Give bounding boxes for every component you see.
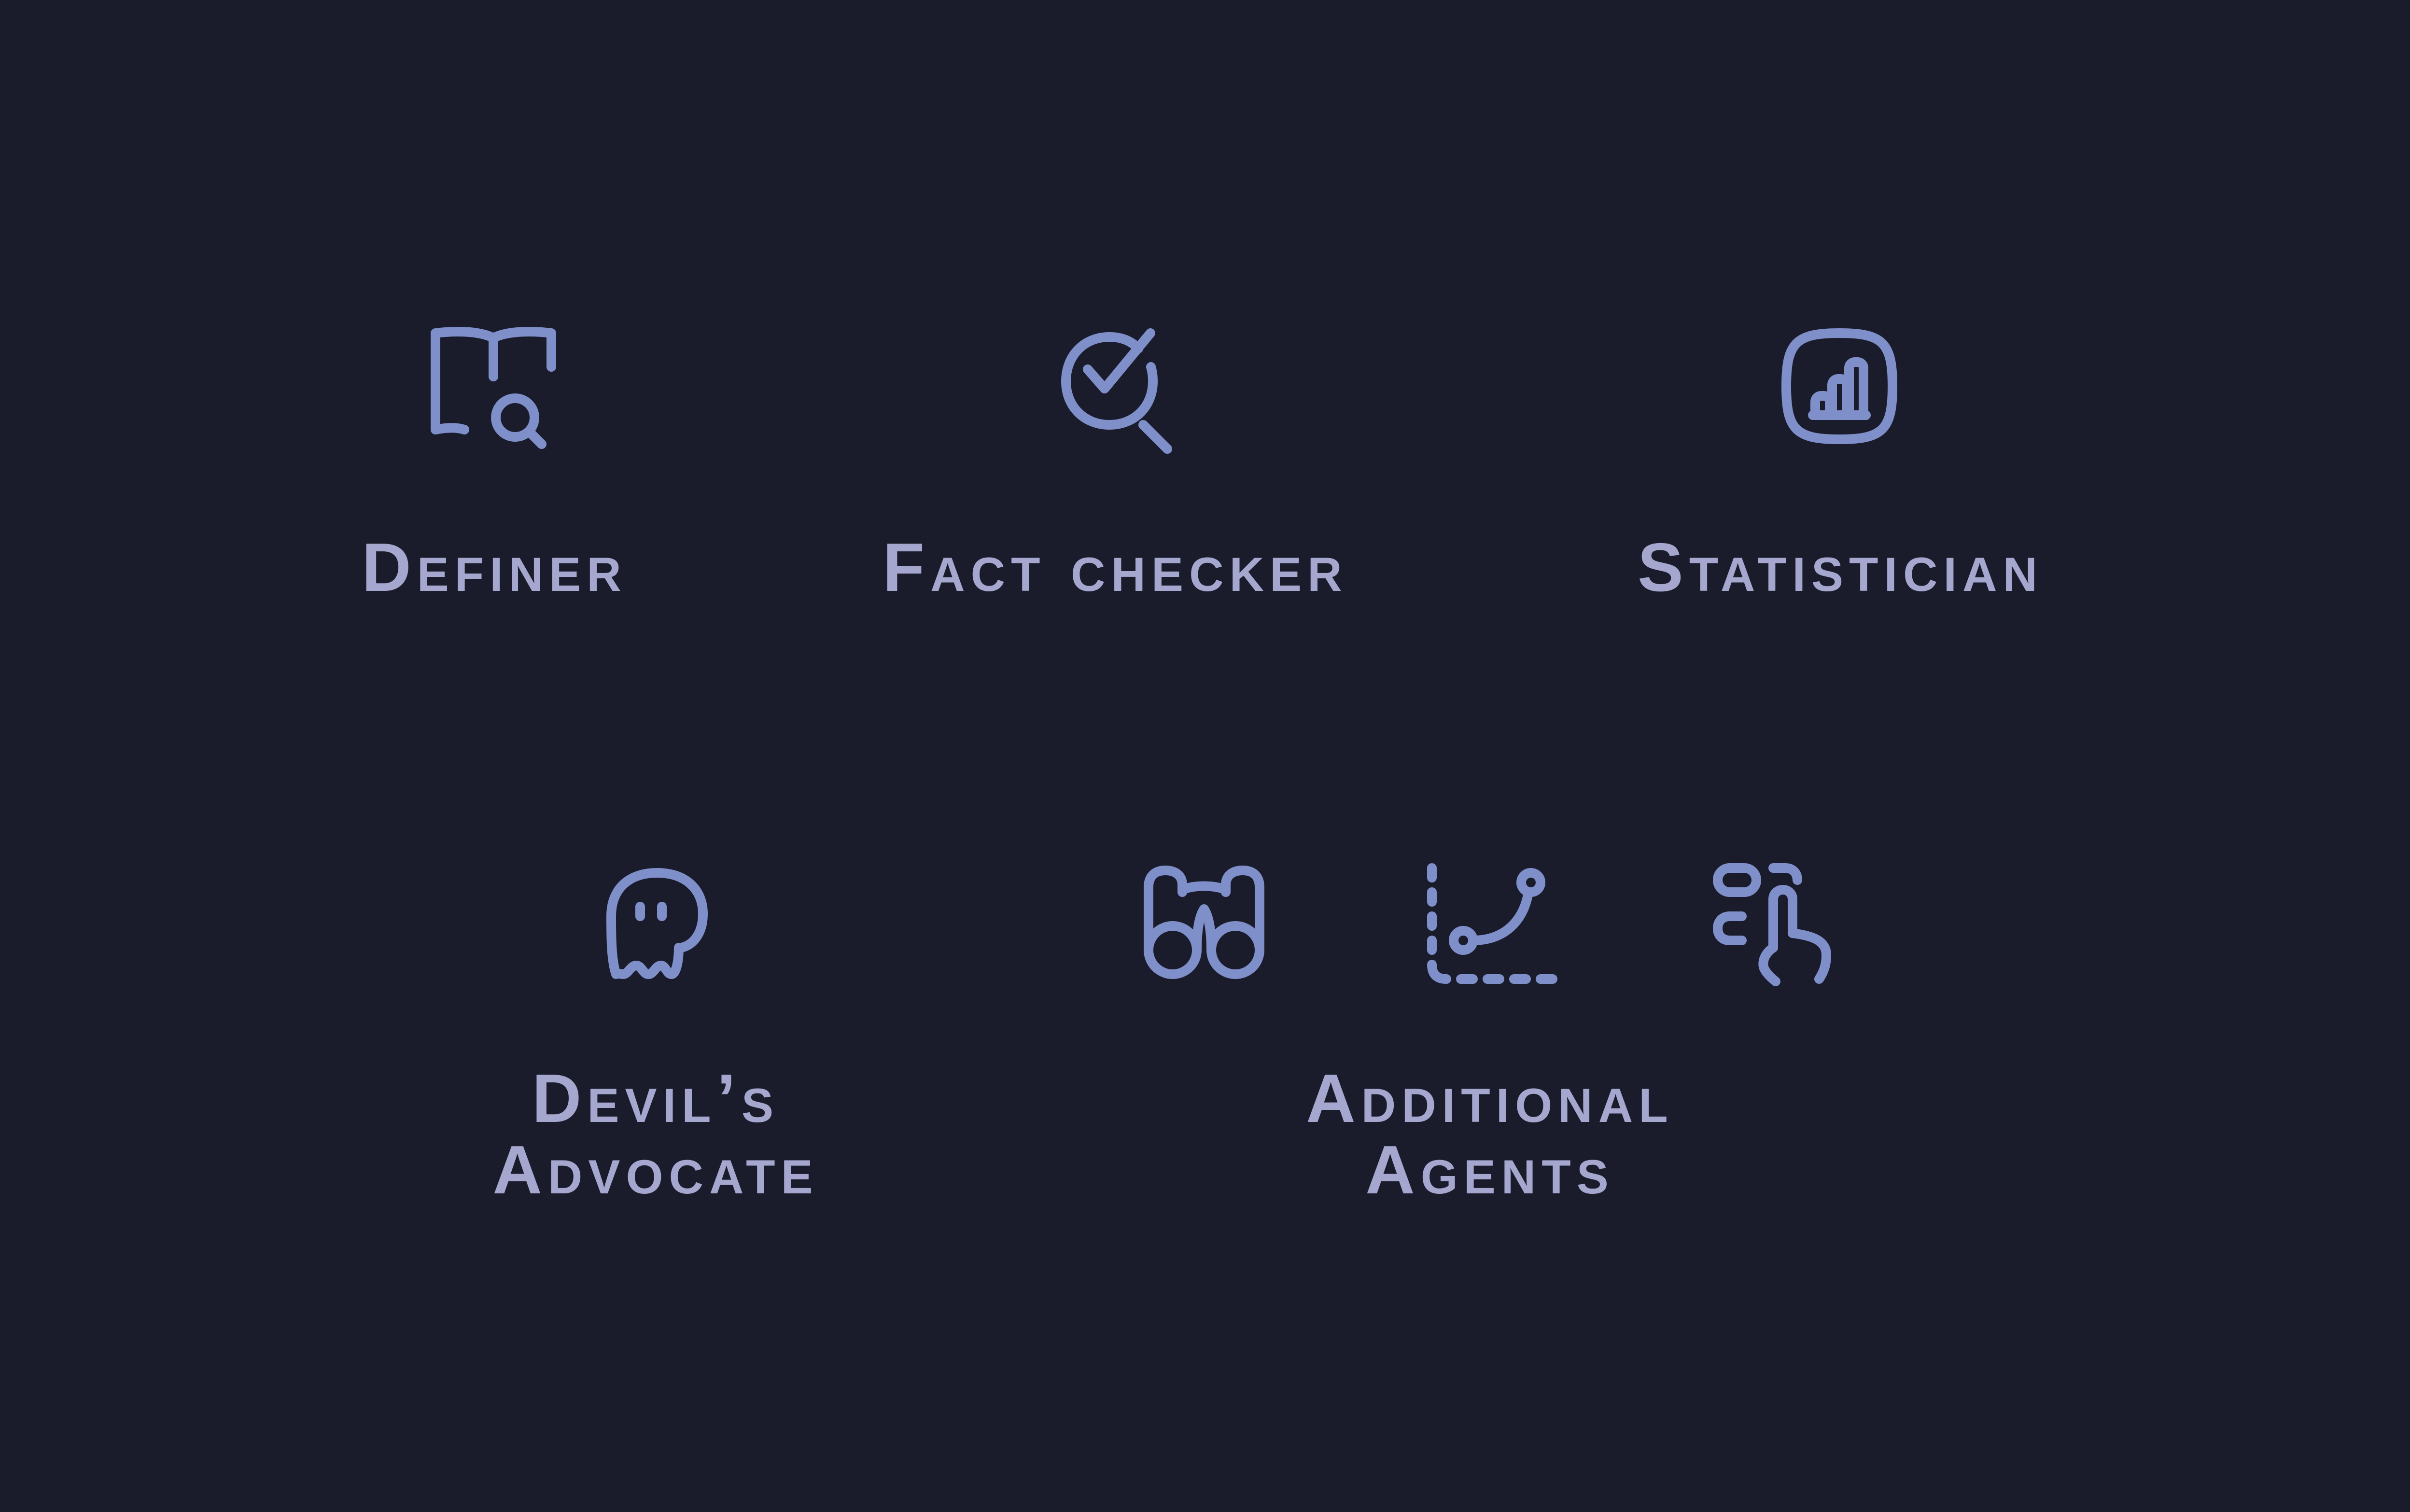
- devils-advocate-label-line2: Advocate: [492, 1132, 819, 1208]
- devils-advocate-label-line1: Devil’s: [532, 1060, 780, 1137]
- definer-label: Definer: [362, 529, 627, 606]
- ghost-icon: [577, 844, 732, 998]
- statistician-label: Statistician: [1638, 529, 2043, 606]
- binoculars-icon: [1127, 844, 1281, 998]
- hand-pointer-select-icon: [1698, 844, 1853, 998]
- fact-checker-label: Fact checker: [883, 529, 1348, 606]
- check-search-icon: [1037, 309, 1191, 463]
- additional-agents-label: Additional Agents: [1306, 1063, 1674, 1206]
- additional-agents-label-line2: Agents: [1365, 1132, 1614, 1208]
- route-graph-icon: [1413, 844, 1567, 998]
- agents-canvas: Definer Fact checker Statistician Devil’…: [0, 0, 2410, 1512]
- additional-agents-label-line1: Additional: [1306, 1060, 1674, 1137]
- book-search-icon: [416, 309, 571, 463]
- devils-advocate-label: Devil’s Advocate: [492, 1063, 818, 1206]
- bar-chart-icon: [1762, 309, 1917, 463]
